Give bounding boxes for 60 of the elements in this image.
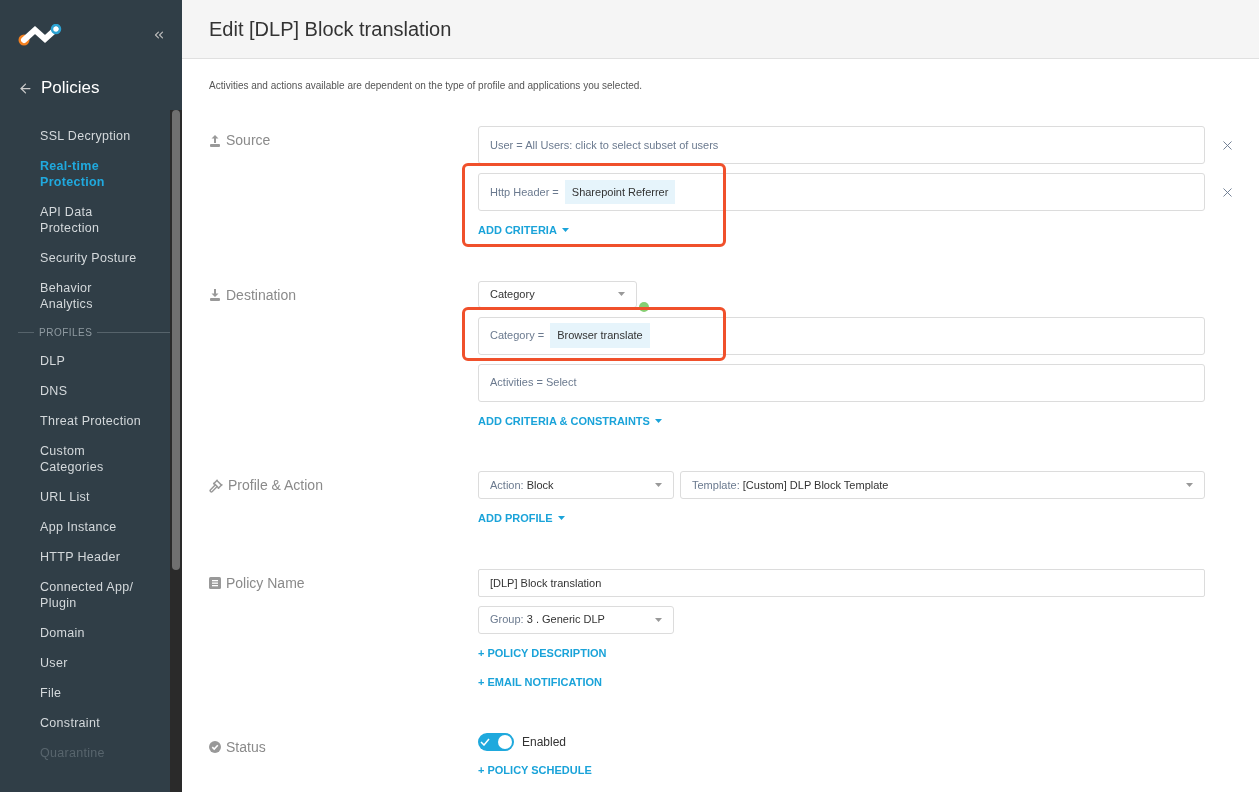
policy-name-input[interactable]: [DLP] Block translation <box>478 568 1205 597</box>
criteria-field[interactable]: Http Header = Sharepoint Referrer <box>478 173 1205 211</box>
gavel-icon <box>209 478 223 493</box>
page-title: Edit [DLP] Block translation <box>209 17 452 42</box>
criteria-text: Activities = Select <box>490 375 577 391</box>
dropdown-select[interactable]: Template: [Custom] DLP Block Template <box>680 471 1205 499</box>
sidebar-item[interactable]: Behavior Analytics <box>40 273 142 319</box>
sidebar-item[interactable]: User <box>40 648 142 678</box>
criteria-chip[interactable]: Sharepoint Referrer <box>564 179 676 205</box>
dropdown-select[interactable]: Group: 3 . Generic DLP <box>478 605 674 634</box>
sidebar-item[interactable]: DLP <box>40 346 142 376</box>
sidebar-item[interactable]: Constraint <box>40 708 142 738</box>
sidebar-item[interactable]: Security Posture <box>40 243 142 273</box>
sidebar-item[interactable]: File <box>40 678 142 708</box>
caret-icon <box>561 228 569 233</box>
back-icon[interactable] <box>18 80 33 96</box>
sidebar-item[interactable]: DNS <box>40 376 142 406</box>
caret-icon <box>654 418 662 423</box>
sidebar-item[interactable]: Domain <box>40 618 142 648</box>
download-icon <box>209 289 221 301</box>
criteria-field[interactable]: User = All Users: click to select subset of users <box>478 126 1205 164</box>
section-label: Status <box>226 737 266 757</box>
sidebar-item[interactable]: Real-time Protection <box>40 151 142 197</box>
criteria-text: Http Header = <box>490 184 559 200</box>
sidebar-item[interactable]: SSL Decryption <box>40 121 142 151</box>
section-label: Profile & Action <box>228 476 323 495</box>
criteria-field[interactable]: Category = Browser translate <box>478 316 1205 355</box>
toggle-label: Enabled <box>522 733 567 751</box>
section-heading: PROFILES <box>39 326 93 340</box>
caret-icon <box>1186 483 1193 487</box>
sidebar-item[interactable]: Connected App/ Plugin <box>40 572 142 618</box>
collapse-icon[interactable] <box>152 28 166 42</box>
section-label: Policy Name <box>226 573 305 593</box>
sidebar-item[interactable]: Custom Categories <box>40 436 142 482</box>
dropdown-select[interactable]: Action: Block <box>478 471 674 499</box>
caret-icon <box>655 483 662 487</box>
check-circle-icon <box>209 741 221 753</box>
logo-icon <box>18 24 64 46</box>
upload-icon <box>209 134 221 147</box>
sidebar-item[interactable]: App Instance <box>40 512 142 542</box>
toggle-switch[interactable] <box>478 732 514 751</box>
criteria-field[interactable]: Activities = Select <box>478 363 1205 402</box>
caret-icon <box>557 516 565 521</box>
criteria-text: User = All Users: click to select subset of users <box>490 137 719 153</box>
criteria-text: Category = <box>490 328 545 344</box>
scrollbar-thumb[interactable] <box>172 110 180 570</box>
caret-icon <box>655 617 662 622</box>
sidebar-title: Policies <box>41 77 100 100</box>
sidebar-item[interactable]: HTTP Header <box>40 542 142 572</box>
description-text: Activities and actions available are dependent on the type of profile and applications you selected. <box>209 79 644 93</box>
caret-icon <box>618 292 625 296</box>
criteria-chip[interactable]: Browser translate <box>550 323 650 348</box>
sidebar-item[interactable]: API Data Protection <box>40 197 142 243</box>
section-label: Source <box>226 131 271 150</box>
sidebar-item[interactable]: Threat Protection <box>40 406 142 436</box>
check-icon <box>480 737 490 746</box>
category-select[interactable]: Category <box>478 280 637 308</box>
sidebar-item[interactable]: URL List <box>40 482 142 512</box>
document-icon <box>209 577 221 589</box>
section-label: Destination <box>226 285 297 305</box>
